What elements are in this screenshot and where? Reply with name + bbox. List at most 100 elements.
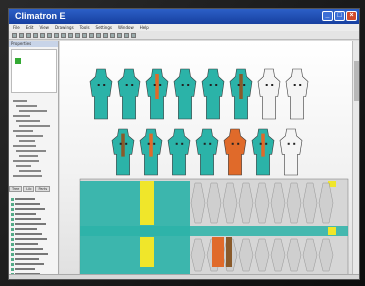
tab-lib[interactable]: Lib	[23, 186, 35, 192]
pattern-piece-top-marker[interactable]	[293, 84, 296, 86]
pattern-piece-top[interactable]	[257, 68, 281, 120]
toolbar-select-icon[interactable]	[89, 33, 94, 38]
toolbar-mirror-icon[interactable]	[110, 33, 115, 38]
status-bar	[9, 274, 359, 279]
menu-help[interactable]: Help	[140, 24, 149, 31]
drawing-canvas[interactable]	[60, 41, 354, 277]
toolbar-marker-icon[interactable]	[124, 33, 129, 38]
toolbar-move-icon[interactable]	[96, 33, 101, 38]
menu-window[interactable]: Window	[118, 24, 134, 31]
pattern-piece-middle-accent[interactable]	[149, 133, 153, 157]
toolbar-redo-icon[interactable]	[68, 33, 73, 38]
pattern-piece-middle-accent[interactable]	[121, 133, 125, 157]
pattern-piece-middle[interactable]	[223, 128, 247, 176]
pattern-piece-middle-marker[interactable]	[209, 142, 212, 145]
pattern-piece-top-marker[interactable]	[131, 84, 134, 86]
marker-yellow-piece[interactable]	[140, 181, 154, 225]
marker-yellow-piece[interactable]	[140, 237, 154, 267]
pattern-piece-middle-marker[interactable]	[259, 142, 262, 145]
toolbar-measure-icon[interactable]	[131, 33, 136, 38]
pattern-piece-top-marker[interactable]	[97, 84, 100, 86]
pattern-piece-top-marker[interactable]	[153, 84, 156, 86]
pattern-piece-top-marker[interactable]	[209, 84, 212, 86]
pattern-piece-middle-marker[interactable]	[175, 142, 178, 145]
pattern-piece-top[interactable]	[201, 68, 225, 120]
toolbar-open-icon[interactable]	[19, 33, 24, 38]
toolbar-zoom-icon[interactable]	[75, 33, 80, 38]
pattern-piece-top-marker[interactable]	[103, 84, 106, 86]
toolbar-grade-icon[interactable]	[117, 33, 122, 38]
pattern-piece-top-marker[interactable]	[271, 84, 274, 86]
pattern-piece-top[interactable]	[285, 68, 309, 120]
pattern-piece-middle-marker[interactable]	[153, 142, 156, 145]
toolbar-new-icon[interactable]	[12, 33, 17, 38]
marker-yellow-tab[interactable]	[328, 227, 336, 235]
close-icon[interactable]: ×	[346, 11, 357, 21]
pattern-piece-top-marker[interactable]	[243, 84, 246, 86]
menu-bar: File Edit View Drawings Tools Settings W…	[9, 24, 359, 31]
pattern-piece-middle-marker[interactable]	[265, 142, 268, 145]
pattern-piece-middle-marker[interactable]	[125, 142, 128, 145]
menu-edit[interactable]: Edit	[26, 24, 34, 31]
marker-brown-piece[interactable]	[226, 237, 232, 267]
pattern-piece-top[interactable]	[173, 68, 197, 120]
app-window: Climatron E _ □ × File Edit View Drawing…	[8, 8, 360, 280]
piece-icon	[11, 242, 14, 246]
pattern-piece-middle[interactable]	[195, 128, 219, 176]
toolbar-cut-icon[interactable]	[40, 33, 45, 38]
piece-icon	[11, 202, 14, 206]
pattern-piece-middle-marker[interactable]	[181, 142, 184, 145]
piece-icon	[11, 232, 14, 236]
pattern-piece-top[interactable]	[89, 68, 113, 120]
tab-tree[interactable]: Tree	[9, 186, 23, 192]
pattern-piece-top-marker[interactable]	[215, 84, 218, 86]
minimize-icon[interactable]: _	[322, 11, 333, 21]
piece-icon	[11, 247, 14, 251]
piece-icon	[11, 217, 14, 221]
left-panel: Properties Tree Lib Parts	[9, 41, 59, 279]
panel-title: Properties	[9, 41, 58, 47]
pattern-piece-top-accent[interactable]	[155, 74, 159, 99]
pattern-piece-top-marker[interactable]	[299, 84, 302, 86]
marker-orange-piece[interactable]	[212, 237, 224, 267]
pattern-piece-middle-accent[interactable]	[261, 133, 265, 157]
toolbar-copy-icon[interactable]	[47, 33, 52, 38]
pattern-piece-top-marker[interactable]	[187, 84, 190, 86]
tab-parts[interactable]: Parts	[35, 186, 51, 192]
menu-file[interactable]: File	[13, 24, 20, 31]
menu-tools[interactable]: Tools	[80, 24, 90, 31]
maximize-icon[interactable]: □	[334, 11, 345, 21]
pattern-piece-middle[interactable]	[279, 128, 303, 176]
pattern-piece-top-accent[interactable]	[239, 74, 243, 99]
toolbar-paste-icon[interactable]	[54, 33, 59, 38]
pattern-piece-middle-marker[interactable]	[147, 142, 150, 145]
pattern-piece-top[interactable]	[117, 68, 141, 120]
pattern-piece-middle-marker[interactable]	[293, 142, 296, 145]
pattern-piece-middle-marker[interactable]	[287, 142, 290, 145]
pattern-piece-middle[interactable]	[167, 128, 191, 176]
toolbar-print-icon[interactable]	[33, 33, 38, 38]
pattern-piece-top-marker[interactable]	[125, 84, 128, 86]
tree-row[interactable]	[11, 174, 57, 179]
menu-settings[interactable]: Settings	[96, 24, 112, 31]
pattern-piece-middle-marker[interactable]	[237, 142, 240, 145]
scrollbar-thumb[interactable]	[354, 61, 359, 101]
marker-center-strip[interactable]	[80, 226, 348, 236]
menu-drawings[interactable]: Drawings	[55, 24, 74, 31]
pattern-piece-top-marker[interactable]	[237, 84, 240, 86]
pattern-piece-top-marker[interactable]	[265, 84, 268, 86]
pattern-piece-middle-marker[interactable]	[231, 142, 234, 145]
piece-list	[11, 197, 57, 277]
piece-icon	[11, 237, 14, 241]
pattern-piece-top-marker[interactable]	[181, 84, 184, 86]
toolbar-save-icon[interactable]	[26, 33, 31, 38]
toolbar-undo-icon[interactable]	[61, 33, 66, 38]
toolbar-pan-icon[interactable]	[82, 33, 87, 38]
pattern-piece-middle-marker[interactable]	[119, 142, 122, 145]
vertical-scrollbar[interactable]	[352, 41, 359, 277]
pattern-piece-middle-marker[interactable]	[203, 142, 206, 145]
toolbar-rotate-icon[interactable]	[103, 33, 108, 38]
menu-view[interactable]: View	[39, 24, 49, 31]
color-swatch[interactable]	[15, 58, 21, 64]
pattern-piece-top-marker[interactable]	[159, 84, 162, 86]
